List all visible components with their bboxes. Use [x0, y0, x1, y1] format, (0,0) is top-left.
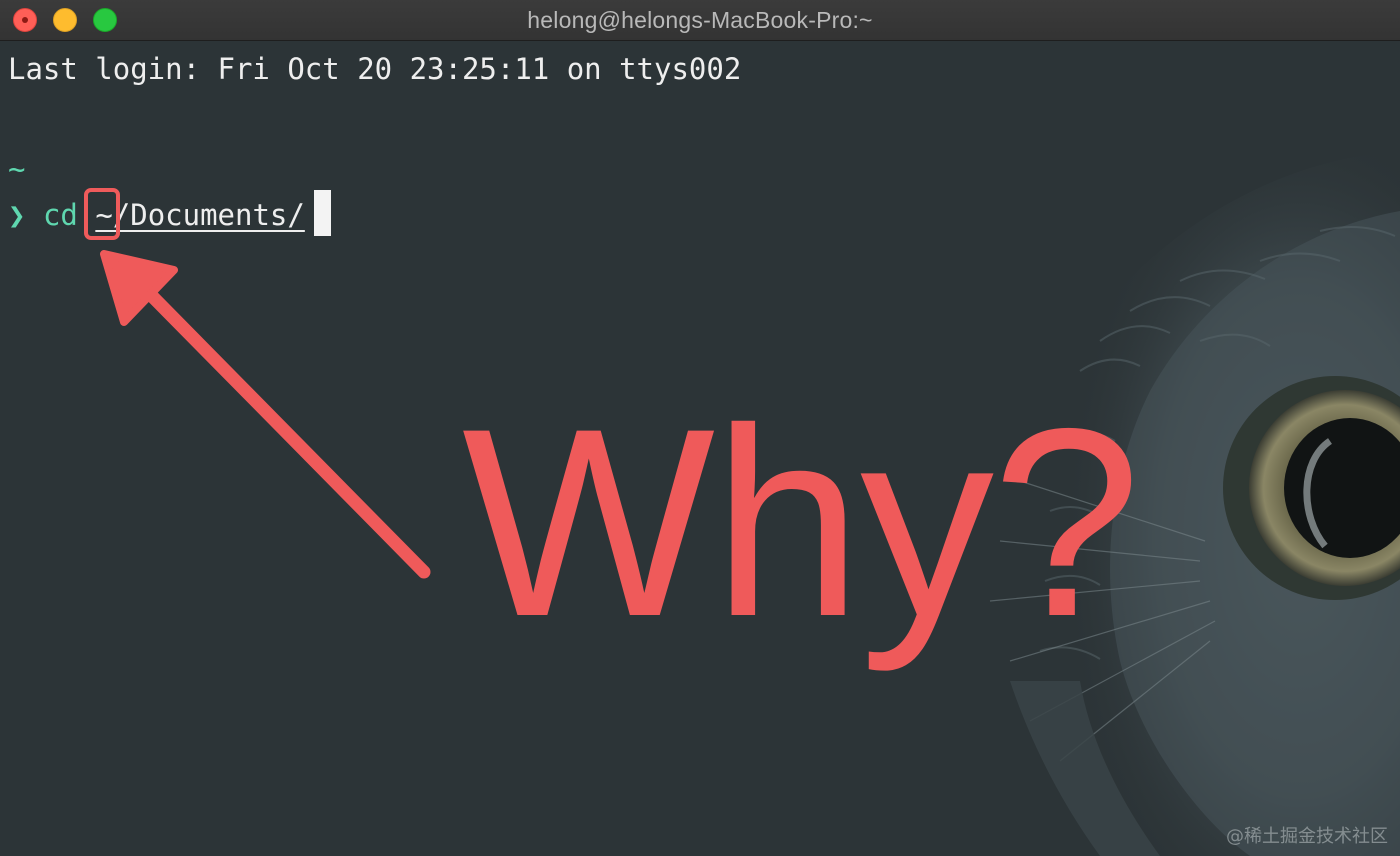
why-annotation-text: Why? [462, 372, 1141, 672]
watermark: @稀土掘金技术社区 [1226, 826, 1388, 847]
terminal-window: helong@helongs-MacBook-Pro:~ Last login:… [0, 0, 1400, 856]
